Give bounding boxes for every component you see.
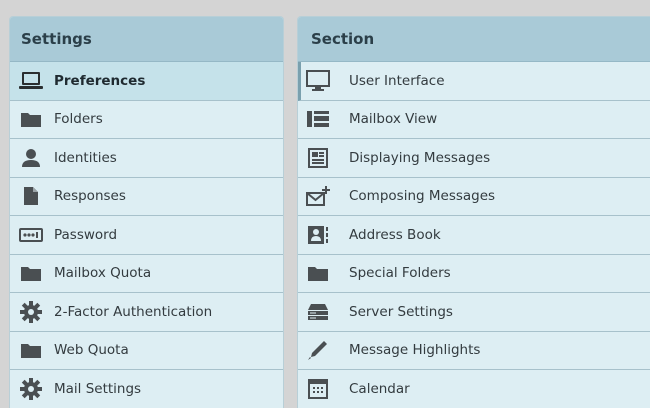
pen-icon	[306, 339, 330, 361]
section-item-mailbox-view[interactable]: Mailbox View	[298, 101, 650, 139]
settings-item-preferences[interactable]: Preferences	[10, 62, 283, 101]
section-item-calendar[interactable]: Calendar	[298, 370, 650, 408]
user-icon	[19, 147, 43, 169]
folder-icon	[19, 339, 43, 361]
settings-item-label: Web Quota	[54, 342, 129, 359]
settings-screen: Settings Preferences Folders Identities …	[0, 0, 650, 408]
folder-icon	[19, 262, 43, 284]
section-item-special-folders[interactable]: Special Folders	[298, 255, 650, 293]
section-panel: Section User Interface Mailbox View Disp…	[297, 16, 650, 408]
settings-item-label: 2-Factor Authentication	[54, 303, 213, 320]
section-item-message-highlights[interactable]: Message Highlights	[298, 332, 650, 370]
settings-item-label: Preferences	[54, 72, 146, 89]
settings-panel-header: Settings	[10, 17, 283, 62]
gear-icon	[19, 300, 43, 323]
section-item-composing-messages[interactable]: Composing Messages	[298, 178, 650, 216]
folder-icon	[19, 108, 43, 130]
document-icon	[19, 185, 43, 207]
settings-item-label: Folders	[54, 111, 103, 128]
section-item-label: Server Settings	[349, 303, 453, 320]
compose-icon	[306, 185, 330, 207]
settings-item-folders[interactable]: Folders	[10, 101, 283, 139]
mailbox-view-icon	[306, 108, 330, 130]
section-item-displaying-messages[interactable]: Displaying Messages	[298, 139, 650, 178]
section-item-label: Special Folders	[349, 265, 451, 282]
settings-item-label: Identities	[54, 149, 117, 166]
settings-item-label: Password	[54, 226, 118, 243]
settings-item-label: Responses	[54, 188, 126, 205]
section-item-user-interface[interactable]: User Interface	[298, 62, 650, 101]
settings-item-label: Mail Settings	[54, 380, 142, 397]
section-panel-header: Section	[298, 17, 650, 62]
server-icon	[306, 301, 330, 323]
section-item-label: Mailbox View	[349, 111, 438, 128]
settings-item-mailbox-quota[interactable]: Mailbox Quota	[10, 255, 283, 293]
settings-item-identities[interactable]: Identities	[10, 139, 283, 178]
gear-icon	[19, 377, 43, 400]
section-item-label: Composing Messages	[349, 188, 496, 205]
settings-item-label: Mailbox Quota	[54, 265, 152, 282]
settings-item-responses[interactable]: Responses	[10, 178, 283, 216]
folder-icon	[306, 262, 330, 284]
settings-panel: Settings Preferences Folders Identities …	[9, 16, 284, 408]
address-book-icon	[306, 224, 330, 246]
settings-item-2fa[interactable]: 2-Factor Authentication	[10, 293, 283, 332]
section-item-label: Calendar	[349, 380, 410, 397]
message-display-icon	[306, 147, 330, 169]
laptop-icon	[19, 70, 43, 92]
section-item-label: User Interface	[349, 72, 445, 89]
section-item-server-settings[interactable]: Server Settings	[298, 293, 650, 332]
section-item-label: Address Book	[349, 226, 441, 243]
section-item-label: Message Highlights	[349, 342, 481, 359]
password-icon	[19, 224, 43, 246]
settings-item-password[interactable]: Password	[10, 216, 283, 255]
section-item-address-book[interactable]: Address Book	[298, 216, 650, 255]
section-item-label: Displaying Messages	[349, 149, 491, 166]
settings-item-mail-settings[interactable]: Mail Settings	[10, 370, 283, 408]
monitor-icon	[306, 69, 330, 92]
calendar-icon	[306, 378, 330, 400]
settings-item-web-quota[interactable]: Web Quota	[10, 332, 283, 370]
